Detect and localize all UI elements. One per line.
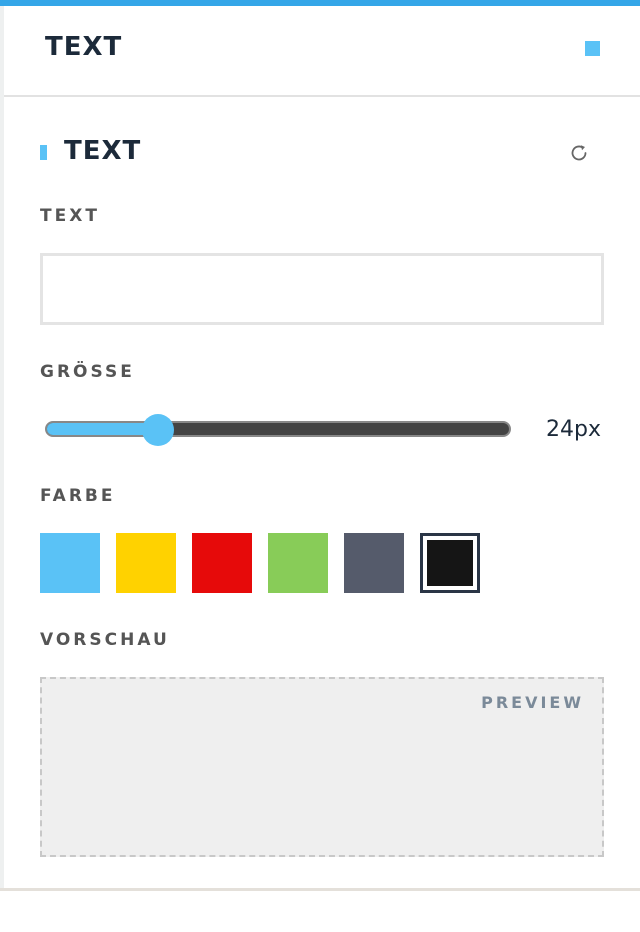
text-label: TEXT [40, 206, 100, 226]
size-label: GRÖSSE [40, 362, 135, 382]
size-value: 24px [546, 417, 601, 442]
color-swatch[interactable] [268, 533, 328, 593]
square-indicator-icon [585, 41, 600, 56]
color-swatch[interactable] [192, 533, 252, 593]
section-marker [40, 145, 47, 160]
size-slider-thumb[interactable] [141, 414, 174, 446]
color-label: FARBE [40, 486, 116, 506]
panel-header: TEXT [4, 6, 640, 95]
text-input[interactable] [40, 253, 604, 325]
left-rail [0, 6, 4, 890]
preview-area: PREVIEW [40, 677, 604, 857]
color-swatch[interactable] [344, 533, 404, 593]
header-divider [4, 95, 640, 97]
footer-divider [0, 888, 640, 891]
preview-label: VORSCHAU [40, 630, 170, 650]
panel-title: TEXT [45, 32, 123, 62]
preview-badge: PREVIEW [481, 693, 584, 712]
color-swatch[interactable] [116, 533, 176, 593]
color-swatch[interactable] [40, 533, 100, 593]
size-slider-track[interactable] [45, 421, 511, 437]
section-title: TEXT [64, 136, 142, 166]
refresh-icon[interactable] [568, 142, 590, 164]
color-swatch[interactable] [420, 533, 480, 593]
